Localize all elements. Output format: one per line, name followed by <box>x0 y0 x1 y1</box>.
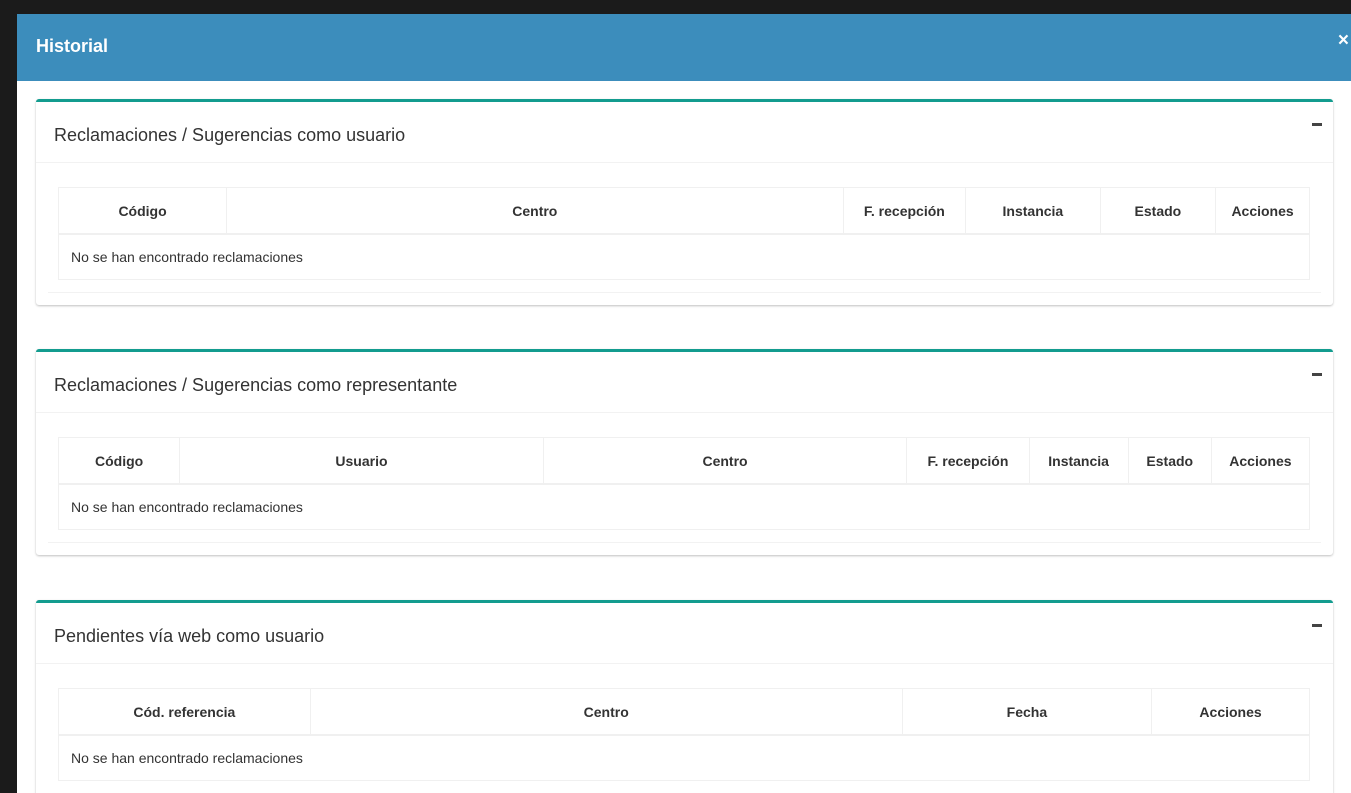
column-header: Usuario <box>179 437 544 485</box>
box-header: Reclamaciones / Sugerencias como usuario <box>36 102 1333 163</box>
table-row: No se han encontrado reclamaciones <box>58 483 1310 530</box>
collapse-minus-icon[interactable] <box>1306 367 1326 383</box>
column-header: Fecha <box>901 688 1153 736</box>
column-header: Centro <box>226 187 844 235</box>
empty-message: No se han encontrado reclamaciones <box>58 233 1310 280</box>
web-pending-table: Cód. referencia Centro Fecha Acciones No… <box>58 688 1310 781</box>
column-header: Instancia <box>965 187 1101 235</box>
column-header: Centro <box>309 688 903 736</box>
column-header: F. recepción <box>906 437 1030 485</box>
box-title: Pendientes vía web como usuario <box>54 626 325 646</box>
close-icon[interactable]: × <box>1338 31 1349 51</box>
table-header-row: Código Usuario Centro F. recepción Insta… <box>57 437 1311 485</box>
table-header-row: Cód. referencia Centro Fecha Acciones <box>58 688 1310 736</box>
column-header: Estado <box>1127 437 1212 485</box>
box-header: Pendientes vía web como usuario <box>36 603 1333 664</box>
box-footer-divider <box>48 292 1321 293</box>
empty-message: No se han encontrado reclamaciones <box>58 734 1310 781</box>
box-web-pending: Pendientes vía web como usuario Cód. ref… <box>36 600 1333 793</box>
modal-title: Historial <box>36 36 109 56</box>
representative-table: Código Usuario Centro F. recepción Insta… <box>57 437 1311 530</box>
column-header: Cód. referencia <box>58 688 311 736</box>
historial-modal: Historial × Reclamaciones / Sugerencias … <box>17 14 1351 793</box>
box-title: Reclamaciones / Sugerencias como represe… <box>54 375 458 395</box>
column-header: F. recepción <box>842 187 967 235</box>
box-title: Reclamaciones / Sugerencias como usuario <box>54 125 406 145</box>
column-header: Acciones <box>1210 437 1311 485</box>
table-header-row: Código Centro F. recepción Instancia Est… <box>57 187 1310 235</box>
collapse-minus-icon[interactable] <box>1306 618 1326 634</box>
box-header: Reclamaciones / Sugerencias como represe… <box>36 352 1333 413</box>
column-header: Acciones <box>1151 688 1310 736</box>
column-header: Código <box>57 187 228 235</box>
column-header: Centro <box>542 437 908 485</box>
empty-message: No se han encontrado reclamaciones <box>58 483 1310 530</box>
collapse-minus-icon[interactable] <box>1306 117 1326 133</box>
table-row: No se han encontrado reclamaciones <box>58 734 1310 781</box>
column-header: Instancia <box>1028 437 1129 485</box>
complaints-table: Código Centro F. recepción Instancia Est… <box>57 187 1310 280</box>
box-user-complaints: Reclamaciones / Sugerencias como usuario… <box>36 99 1333 305</box>
column-header: Código <box>57 437 181 485</box>
column-header: Estado <box>1099 187 1217 235</box>
modal-header: Historial × <box>17 14 1351 81</box>
column-header: Acciones <box>1215 187 1310 235</box>
box-footer-divider <box>48 542 1321 543</box>
box-representative-complaints: Reclamaciones / Sugerencias como represe… <box>36 349 1333 555</box>
table-row: No se han encontrado reclamaciones <box>58 233 1310 280</box>
